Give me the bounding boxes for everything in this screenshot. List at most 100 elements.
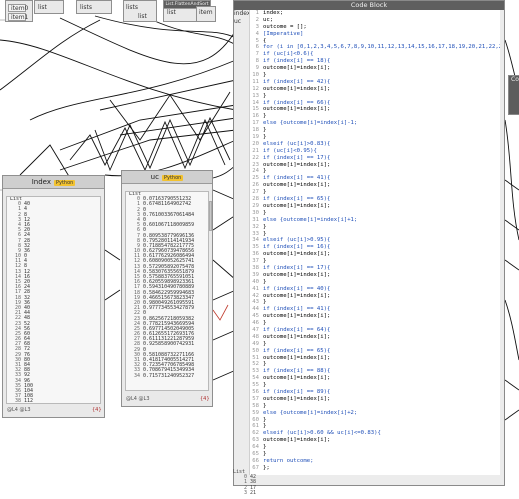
line-number: 53 bbox=[252, 368, 259, 375]
code-text: } bbox=[263, 223, 267, 230]
code-output-list: List 0 42 1 38 2 17 3 21 bbox=[233, 469, 273, 499]
code-text: if (uc[i]<0.6){ bbox=[263, 51, 314, 58]
line-number: 28 bbox=[252, 196, 259, 203]
item1-port[interactable]: item1 bbox=[8, 13, 28, 21]
code-text: outcome[i]=index[i]; bbox=[263, 85, 331, 92]
item-port-label: item bbox=[199, 9, 213, 16]
index-input-port[interactable]: index bbox=[234, 10, 250, 18]
code-text: outcome[i]=index[i]; bbox=[263, 271, 331, 278]
code-text: } bbox=[263, 382, 267, 389]
list-item-value: 0.715731240952327 bbox=[143, 372, 195, 379]
code-text: if (index[i] == 42){ bbox=[263, 78, 331, 85]
list-item-value: 0.977734553427879 bbox=[143, 305, 195, 312]
code-text: outcome[i]=index[i]; bbox=[263, 313, 331, 320]
code-text: else {outcome[i]=index[i]+2; bbox=[263, 409, 358, 416]
code-line: 40} bbox=[250, 279, 500, 286]
index-watch-list[interactable]: List 0 40 1 4 2 8 3 12 4 16 5 20 6 24 7 28 8 32 9 36 10 0 11 4 1… bbox=[6, 196, 101, 404]
code-text: } bbox=[263, 209, 267, 216]
canvas[interactable]: item0 item1 list lists lists list List.F… bbox=[0, 0, 519, 499]
code-text: elseif (uc[i]>0.95){ bbox=[263, 237, 331, 244]
code-text: { bbox=[263, 37, 267, 44]
line-number: 9 bbox=[255, 65, 259, 72]
line-number: 33 bbox=[252, 230, 259, 237]
lists-node[interactable]: lists bbox=[76, 0, 112, 14]
line-number: 55 bbox=[252, 382, 259, 389]
uc-watch-list[interactable]: List 0 0.07163790551232 1 0.67481164902742 2… bbox=[125, 191, 209, 391]
code-line: 45 outcome[i]=index[i]; bbox=[250, 313, 500, 320]
index-node-header[interactable]: Index Python bbox=[3, 176, 104, 189]
code-text: } bbox=[263, 320, 267, 327]
code-line: 32} bbox=[250, 224, 500, 231]
uc-python-node[interactable]: uc Python List 0 0.07163790551232 1 0.674811… bbox=[121, 170, 213, 407]
lists-in-label: lists bbox=[126, 4, 138, 11]
lists-port-label: lists bbox=[80, 4, 92, 11]
code-text: outcome[i]=index[i]; bbox=[263, 292, 331, 299]
line-number: 42 bbox=[252, 292, 259, 299]
index-python-node[interactable]: Index Python List 0 40 1 4 2 8 3 12 4 16 5 20 6 24 7 28 8… bbox=[2, 175, 105, 418]
code-line: 60} bbox=[250, 417, 500, 424]
code-text: outcome[i]=index[i]; bbox=[263, 106, 331, 113]
item-node[interactable]: item bbox=[196, 6, 216, 22]
line-number: 21 bbox=[252, 147, 259, 154]
uc-node-header[interactable]: uc Python bbox=[122, 171, 212, 184]
code-line: 53 if (index[i] == 88){ bbox=[250, 368, 500, 375]
code-line: 4 [Imperative] bbox=[250, 31, 500, 38]
code-line: 55} bbox=[250, 382, 500, 389]
code-line: 44 if (index[i] == 41){ bbox=[250, 306, 500, 313]
list-item-index: 34 bbox=[133, 372, 140, 379]
code-line: 42 outcome[i]=index[i]; bbox=[250, 293, 500, 300]
line-number: 30 bbox=[252, 209, 259, 216]
output-list-rows: 0 42 1 38 2 17 3 21 bbox=[233, 474, 273, 496]
code-line: 29 outcome[i]=index[i]; bbox=[250, 203, 500, 210]
code-text: for (i in [0,1,2,3,4,5,6,7,8,9,10,11,12,… bbox=[263, 44, 500, 51]
line-number: 15 bbox=[252, 106, 259, 113]
code-editor[interactable]: 1 index; 2 uc; 3 outcome = []; 4 [Imperative] 5{… bbox=[249, 10, 500, 475]
list-output-node[interactable]: list bbox=[34, 0, 64, 14]
line-number: 8 bbox=[255, 58, 259, 65]
code-text: return outcome; bbox=[263, 457, 314, 464]
code-line: 33} bbox=[250, 231, 500, 238]
line-number: 29 bbox=[252, 202, 259, 209]
code-text: elseif (uc[i]>0.60 && uc[i]<=0.83){ bbox=[263, 430, 381, 437]
list-item-value: 0.67481164902742 bbox=[143, 201, 192, 208]
line-number: 54 bbox=[252, 375, 259, 382]
line-number: 16 bbox=[252, 113, 259, 120]
line-number: 22 bbox=[252, 154, 259, 161]
line-number: 39 bbox=[252, 271, 259, 278]
code-text: } bbox=[263, 340, 267, 347]
item0-port[interactable]: item0 bbox=[8, 4, 28, 12]
code-line: 43} bbox=[250, 299, 500, 306]
line-number: 57 bbox=[252, 395, 259, 402]
code-line: 62 elseif (uc[i]>0.60 && uc[i]<=0.83){ bbox=[250, 430, 500, 437]
code-text: } bbox=[263, 402, 267, 409]
code-text: } bbox=[263, 189, 267, 196]
uc-list-scrollbar[interactable] bbox=[209, 201, 212, 231]
line-number: 7 bbox=[255, 51, 259, 58]
code-text: if (index[i] == 65){ bbox=[263, 347, 331, 354]
line-number: 65 bbox=[252, 451, 259, 457]
line-number: 56 bbox=[252, 388, 259, 395]
right-node-title: Co bbox=[511, 76, 519, 83]
code-text: outcome[i]=index[i]; bbox=[263, 251, 331, 258]
lists-list-node[interactable]: lists list bbox=[123, 0, 157, 22]
index-list-levels: @L4 @L3 bbox=[7, 407, 31, 413]
right-cutoff-node[interactable]: Co bbox=[508, 75, 519, 115]
code-text: } bbox=[263, 416, 267, 423]
list-item-value: 0.925858900742931 bbox=[143, 341, 195, 348]
code-text: else {outcome[i]=index[i]+1; bbox=[263, 216, 358, 223]
line-number: 66 bbox=[252, 457, 259, 464]
code-text: if (index[i] == 88){ bbox=[263, 368, 331, 375]
uc-input-port[interactable]: uc bbox=[234, 18, 248, 26]
list-item-value: 0.761003367061484 bbox=[143, 211, 195, 218]
list-create-node[interactable]: item0 item1 bbox=[5, 0, 33, 22]
code-line: 3 outcome = []; bbox=[250, 24, 500, 31]
code-text: } bbox=[263, 168, 267, 175]
code-text: outcome[i]=index[i]; bbox=[263, 161, 331, 168]
code-line: 25 if (index[i] == 41){ bbox=[250, 175, 500, 182]
line-number: 51 bbox=[252, 354, 259, 361]
code-block-node[interactable]: Code Block index uc 1 index; 2 uc; 3 outcome … bbox=[233, 0, 505, 486]
list-item-value: 116 bbox=[24, 404, 33, 405]
code-line: 27} bbox=[250, 189, 500, 196]
line-number: 5 bbox=[255, 37, 259, 44]
code-line: 16} bbox=[250, 113, 500, 120]
